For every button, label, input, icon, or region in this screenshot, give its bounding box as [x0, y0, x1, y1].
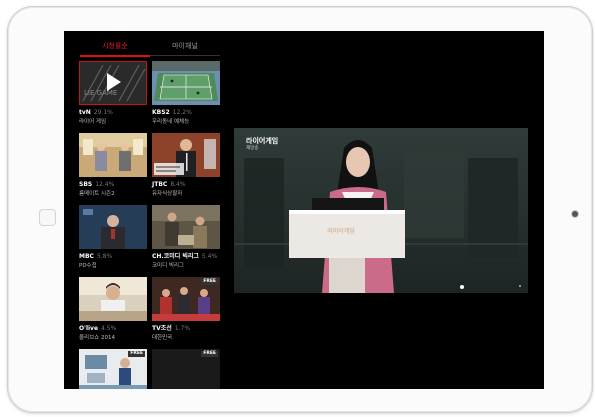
program-title: 우리동네 예체능: [152, 119, 190, 125]
program-title: 대한민국: [152, 335, 173, 341]
free-badge: FREE: [128, 351, 145, 357]
channel-name: tvN: [79, 109, 91, 116]
program-title: 유자식상팔자: [152, 191, 183, 197]
channel-name: O'live: [79, 325, 99, 332]
free-badge: FREE: [201, 279, 218, 285]
program-title: 라이어 게임: [79, 119, 107, 125]
channel-name: MBC: [79, 253, 94, 260]
thumbnail[interactable]: FREE: [79, 349, 147, 389]
thumbnail[interactable]: FREE: [152, 277, 220, 321]
camera: [572, 211, 578, 217]
channel-name: JTBC: [152, 181, 168, 188]
thumbnail[interactable]: [79, 277, 147, 321]
channel-name: SBS: [79, 181, 93, 188]
show-subtitle: 재방송: [246, 146, 259, 151]
podium-logo: 라이어게임: [327, 228, 355, 235]
program-title: 룸메이트 시즌2: [79, 191, 115, 197]
program-title: PD수첩: [79, 263, 97, 269]
thumbnail[interactable]: [79, 205, 147, 249]
channel-rating: 5.4%: [201, 253, 218, 260]
tab-my-channel[interactable]: 마이채널: [150, 39, 220, 55]
thumbnail[interactable]: [79, 133, 147, 177]
thumbnail[interactable]: FREE: [152, 349, 220, 389]
channel-rating: 8.4%: [170, 181, 186, 188]
channel-name: CH.코미디 빅리그: [152, 253, 199, 260]
app-screen: 시청률순 마이채널 LIE GAME tvN 29.1% 라이어 게임 KBS2…: [64, 31, 544, 389]
svg-text:LIE GAME: LIE GAME: [84, 89, 117, 97]
home-button[interactable]: [39, 209, 56, 226]
channel-tabs: 시청률순 마이채널: [80, 39, 220, 57]
channel-name: TV조선: [152, 325, 172, 332]
program-title: 올리브쇼 2014: [79, 335, 115, 341]
free-badge: FREE: [201, 351, 218, 357]
channel-rating: 29.1%: [93, 109, 113, 116]
thumbnail[interactable]: [152, 133, 220, 177]
tab-popular[interactable]: 시청률순: [80, 39, 150, 57]
channel-rating: 4.5%: [101, 325, 117, 332]
channel-rating: 12.2%: [172, 109, 192, 116]
video-frame: [234, 128, 528, 293]
channel-rating: 12.4%: [95, 181, 115, 188]
video-player[interactable]: 라이어게임 재방송 라이어게임: [234, 128, 528, 293]
thumbnail[interactable]: [152, 61, 220, 105]
thumbnail[interactable]: [152, 205, 220, 249]
channel-rating: 1.7%: [174, 325, 191, 332]
channel-rating: 5.8%: [96, 253, 113, 260]
program-title: 코미디 빅리그: [152, 263, 185, 269]
show-logo: 라이어게임: [246, 137, 279, 145]
channel-name: KBS2: [152, 109, 170, 116]
thumbnail[interactable]: LIE GAME: [79, 61, 147, 105]
